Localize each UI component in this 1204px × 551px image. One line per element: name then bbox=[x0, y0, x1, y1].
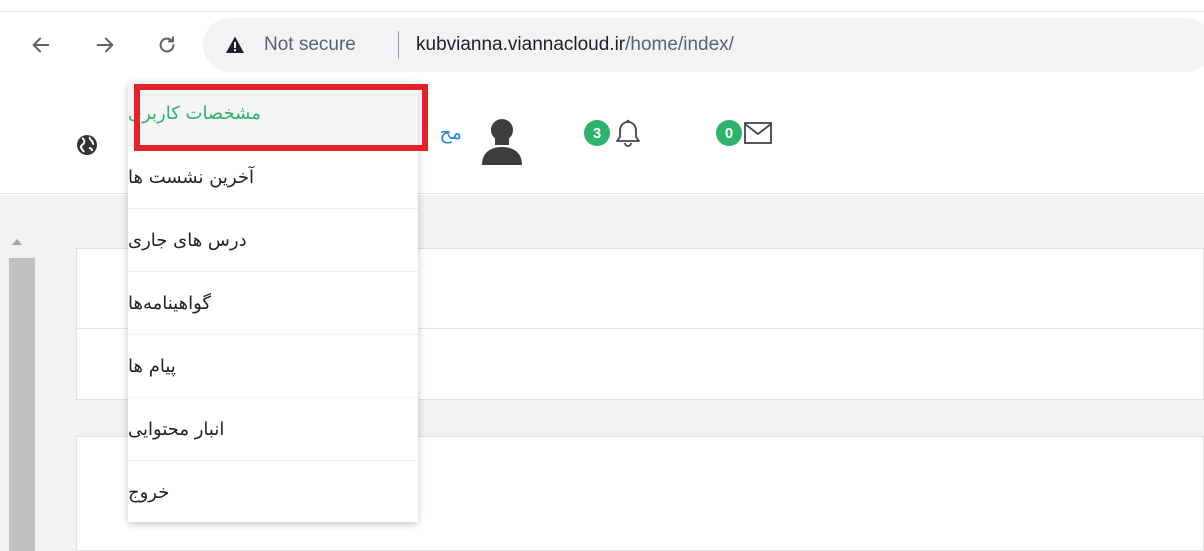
menu-item-recent-sessions[interactable]: آخرین نشست ها bbox=[128, 145, 418, 208]
arrow-right-icon bbox=[96, 37, 114, 53]
back-button[interactable] bbox=[24, 28, 58, 62]
arrow-left-icon bbox=[32, 37, 50, 53]
menu-item-certificates[interactable]: گواهینامه‌ها bbox=[128, 271, 418, 334]
reload-icon bbox=[159, 36, 175, 53]
menu-item-content-repository[interactable]: انبار محتوایی bbox=[128, 397, 418, 460]
user-avatar-icon[interactable] bbox=[479, 115, 525, 165]
scroll-up-arrow-icon[interactable] bbox=[8, 236, 26, 248]
menu-item-current-courses[interactable]: درس های جاری bbox=[128, 208, 418, 271]
warning-icon[interactable] bbox=[225, 35, 245, 55]
globe-icon[interactable] bbox=[76, 134, 98, 156]
address-separator bbox=[398, 31, 399, 59]
envelope-icon[interactable] bbox=[743, 120, 773, 146]
bell-icon[interactable] bbox=[613, 118, 643, 148]
url-host: kubvianna.viannacloud.ir bbox=[416, 34, 626, 55]
url-path: /home/index/ bbox=[625, 34, 734, 55]
username-link[interactable]: مح bbox=[418, 122, 462, 144]
page: Not secure kubvianna.viannacloud.ir/home… bbox=[0, 0, 1204, 551]
address-bar[interactable]: Not secure kubvianna.viannacloud.ir/home… bbox=[203, 18, 1204, 72]
messages-badge[interactable]: 0 bbox=[716, 120, 742, 146]
user-dropdown-menu: مشخصات کاربری آخرین نشست ها درس های جاری… bbox=[128, 82, 418, 522]
tabstrip-edge bbox=[0, 11, 1204, 12]
scrollbar-thumb[interactable] bbox=[9, 258, 35, 551]
menu-item-messages[interactable]: پیام ها bbox=[128, 334, 418, 397]
reload-button[interactable] bbox=[150, 28, 184, 62]
forward-button[interactable] bbox=[88, 28, 122, 62]
notifications-badge[interactable]: 3 bbox=[584, 120, 610, 146]
browser-toolbar: Not secure kubvianna.viannacloud.ir/home… bbox=[0, 0, 1204, 82]
security-status-label[interactable]: Not secure bbox=[264, 32, 356, 58]
menu-item-logout[interactable]: خروج bbox=[128, 460, 418, 523]
url-text[interactable]: kubvianna.viannacloud.ir/home/index/ bbox=[416, 32, 734, 58]
menu-item-profile[interactable]: مشخصات کاربری bbox=[128, 82, 418, 145]
